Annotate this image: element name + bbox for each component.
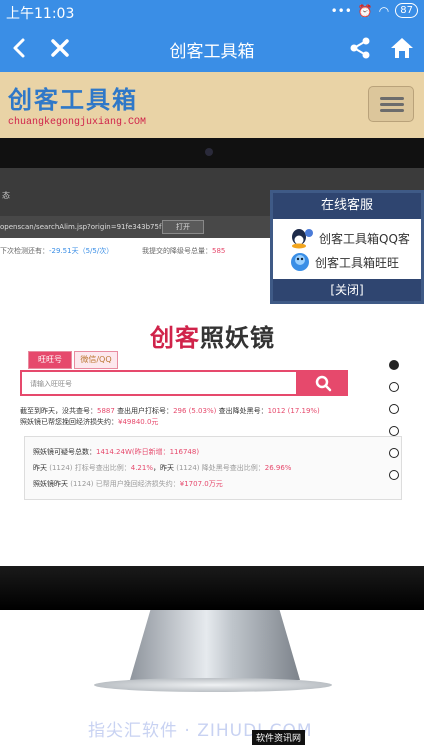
site-header: 创客工具箱 chuangkegongjuxiang.COM — [0, 72, 424, 138]
carousel-dot[interactable] — [389, 426, 399, 436]
service-close-button[interactable]: [关闭] — [273, 279, 421, 301]
share-button[interactable] — [346, 34, 374, 62]
search-icon — [315, 375, 332, 392]
screen-search-button — [298, 370, 348, 396]
camera-icon — [205, 148, 213, 156]
hamburger-menu-button[interactable] — [368, 86, 414, 122]
screen-info-right: 我提交的降级号总量：585 — [142, 247, 226, 255]
carousel-dot[interactable] — [389, 404, 399, 414]
stats-line-2: 照妖镜已帮您挽回经济损失约：¥49840.0元 — [20, 418, 159, 426]
status-time: 上午11:03 — [6, 6, 75, 22]
logo-text: 创客工具箱 — [8, 87, 138, 114]
home-button[interactable] — [388, 34, 416, 62]
online-service-panel: 在线客服 创客工具箱QQ客 创客工具箱旺旺 [关闭] — [270, 190, 424, 304]
screen-search-input: 请输入旺旺号 — [20, 370, 298, 396]
status-bar: 上午11:03 ••• ⏰ ◠ 87 — [0, 0, 424, 24]
logo-url: chuangkegongjuxiang.COM — [8, 117, 147, 128]
tab-wangwang: 旺旺号 — [28, 351, 72, 369]
home-icon — [391, 38, 413, 58]
service-qq-link[interactable]: 创客工具箱QQ客 — [289, 227, 410, 249]
share-icon — [350, 37, 370, 59]
screen-open-button: 打开 — [162, 220, 204, 234]
status-icons: ••• ⏰ ◠ 87 — [331, 3, 418, 18]
service-title: 在线客服 — [273, 193, 421, 219]
site-logo[interactable]: 创客工具箱 chuangkegongjuxiang.COM — [8, 80, 146, 128]
monitor-bezel-bottom — [0, 566, 424, 610]
carousel-dot[interactable] — [389, 382, 399, 392]
tab-wechat-qq: 微信/QQ — [74, 351, 118, 369]
service-wangwang-link[interactable]: 创客工具箱旺旺 — [289, 251, 399, 273]
qq-penguin-icon — [292, 229, 313, 249]
carousel-dot[interactable] — [389, 360, 399, 370]
monitor-base — [94, 678, 332, 692]
stats-line-1: 截至到昨天，没共查号：5887 查出用户打标号：296 (5.03%) 查出降处… — [20, 407, 320, 415]
app-bar: 创客工具箱 — [0, 24, 424, 72]
alarm-icon: ⏰ — [357, 3, 373, 18]
screen-info-left: 下次检测还有：-29.51天（5/5/次） — [0, 247, 114, 255]
screen-url: openscan/searchAlim.jsp?origin=91fe343b7… — [0, 223, 171, 231]
battery-icon: 87 — [395, 3, 418, 18]
monitor-bezel-top — [0, 138, 424, 168]
carousel-dot[interactable] — [389, 448, 399, 458]
wangwang-icon — [291, 253, 309, 271]
monitor-stand — [130, 610, 300, 680]
zhaoyaojing-brand: 创客照妖镜 — [150, 324, 275, 352]
hamburger-menu-icon — [380, 97, 404, 100]
carousel-dot[interactable] — [389, 470, 399, 480]
stats-card: 照妖镜可疑号总数：1414.24W(昨日新增：116748) 昨天 (1124)… — [24, 436, 402, 500]
watermark-tag: 软件资讯网 — [252, 730, 306, 745]
wifi-icon: ◠ — [378, 3, 390, 18]
more-dots-icon: ••• — [330, 3, 352, 18]
